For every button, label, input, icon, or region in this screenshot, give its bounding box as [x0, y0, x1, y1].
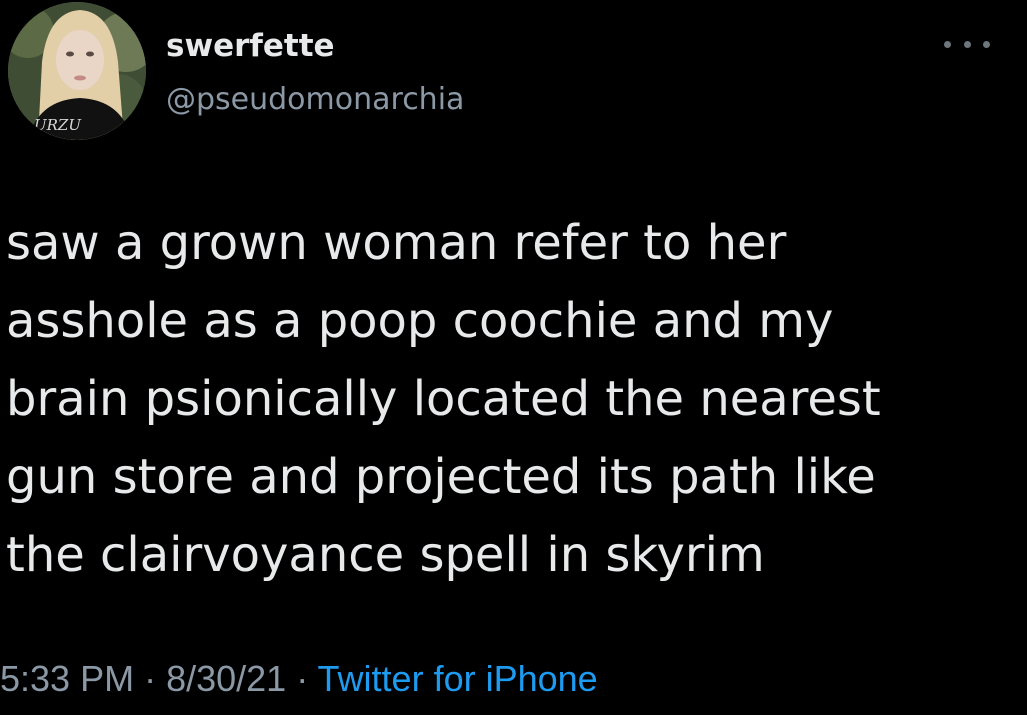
tweet-text-line: the clairvoyance spell in skyrim — [6, 527, 765, 583]
tweet-text-line: gun store and projected its path like — [6, 449, 876, 505]
meta-separator: · — [134, 658, 167, 699]
tweet-date[interactable]: 8/30/21 — [166, 658, 286, 699]
tweet-metadata: 5:33 PM · 8/30/21 · Twitter for iPhone — [0, 658, 598, 700]
more-dot — [963, 40, 971, 48]
avatar-image: URZU — [8, 2, 146, 140]
user-handle[interactable]: @pseudomonarchia — [166, 82, 464, 117]
svg-text:URZU: URZU — [34, 116, 82, 134]
meta-separator: · — [286, 658, 318, 699]
more-dot — [983, 40, 990, 48]
tweet-time[interactable]: 5:33 PM — [0, 658, 134, 699]
tweet-source-link[interactable]: Twitter for iPhone — [318, 658, 598, 699]
tweet-text: saw a grown woman refer to her asshole a… — [6, 204, 1006, 594]
display-name[interactable]: swerfette — [166, 28, 335, 64]
more-dot — [944, 40, 951, 48]
tweet-text-line: brain psionically located the nearest — [6, 371, 881, 427]
avatar[interactable]: URZU — [8, 2, 146, 140]
tweet-text-line: asshole as a poop coochie and my — [6, 293, 834, 349]
tweet: URZU swerfette @pseudomonarchia saw a gr… — [0, 0, 1027, 715]
more-options-icon[interactable] — [944, 34, 990, 54]
tweet-text-line: saw a grown woman refer to her — [6, 215, 787, 271]
